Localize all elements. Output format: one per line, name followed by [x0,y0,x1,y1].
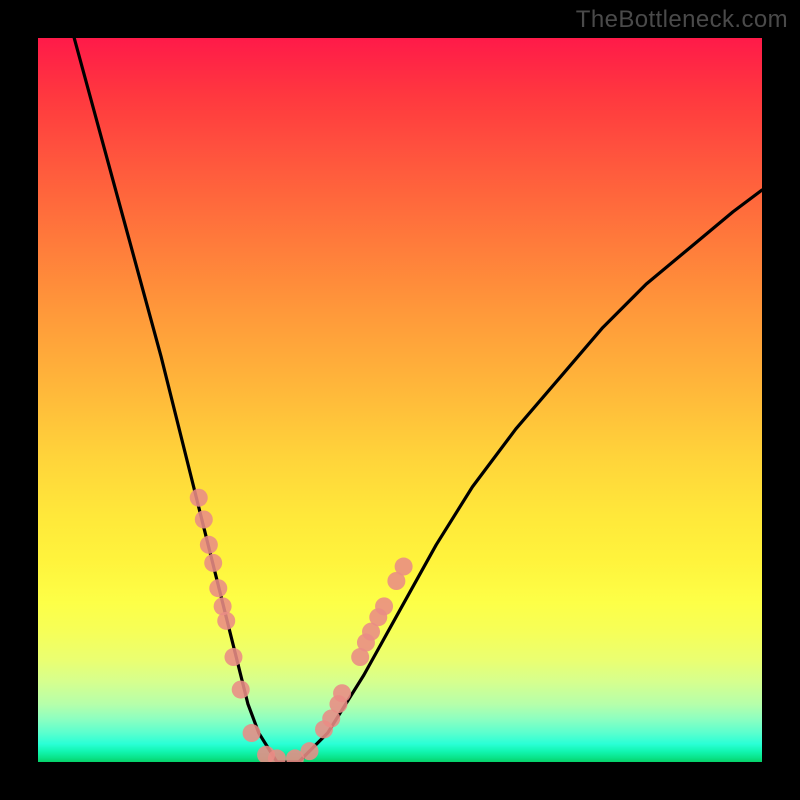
data-point [395,558,413,576]
data-point [243,724,261,742]
data-point [217,612,235,630]
watermark-text: TheBottleneck.com [576,6,788,34]
data-point [333,684,351,702]
data-point [301,742,319,760]
chart-svg [38,38,762,762]
data-point [232,681,250,699]
data-point [209,579,227,597]
data-point [204,554,222,572]
data-point [224,648,242,666]
data-point [375,597,393,615]
plot-area [38,38,762,762]
chart-frame: TheBottleneck.com [0,0,800,800]
bottleneck-curve [74,38,762,762]
marker-group [190,489,413,762]
data-point [200,536,218,554]
data-point [195,510,213,528]
data-point [190,489,208,507]
